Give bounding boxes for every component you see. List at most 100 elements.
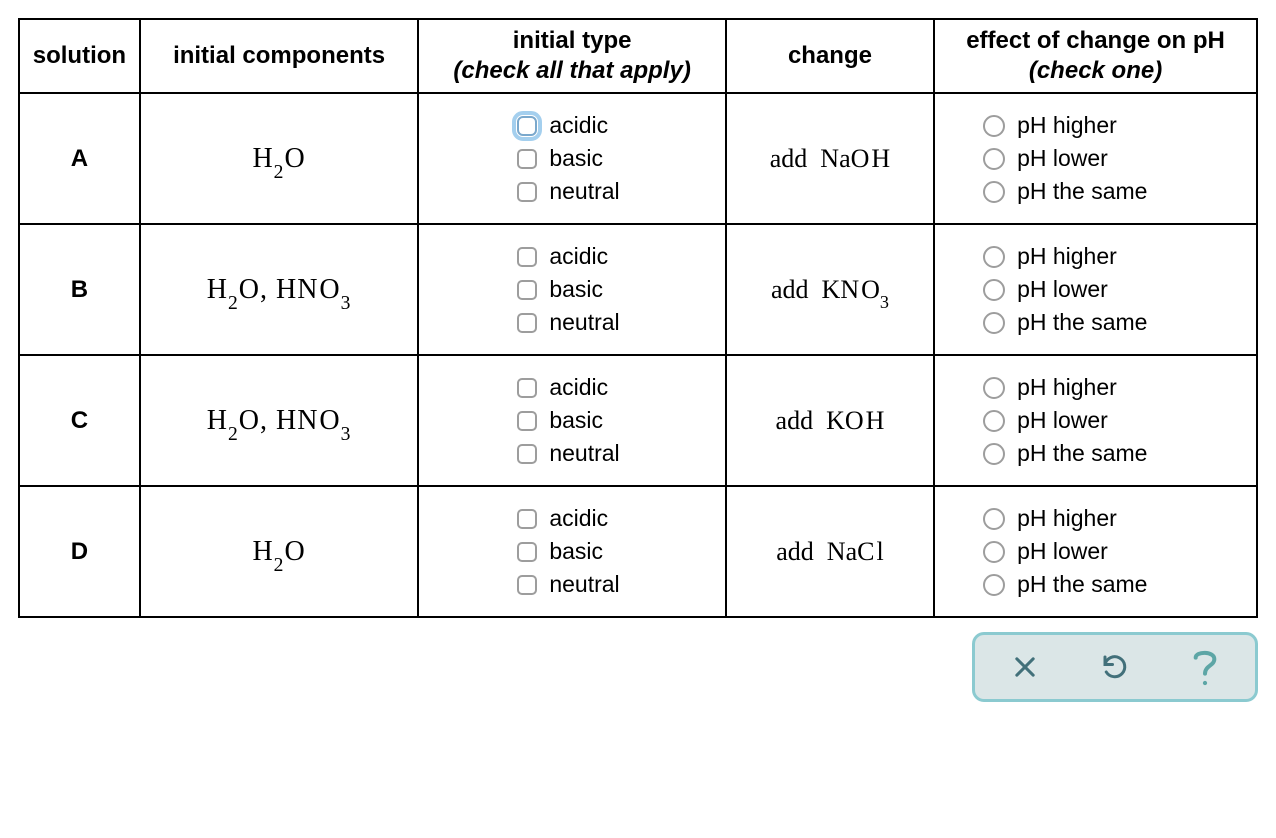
radio-pH-the-same[interactable]: [983, 312, 1005, 334]
checkbox-option: basic: [427, 278, 717, 301]
table-row: CH2O, HNO3acidicbasicneutraladd KOHpH hi…: [19, 355, 1257, 486]
radio-label: pH lower: [1017, 278, 1108, 301]
header-initial-type: initial type (check all that apply): [418, 19, 726, 93]
checkbox-neutral[interactable]: [517, 182, 537, 202]
radio-pH-the-same[interactable]: [983, 574, 1005, 596]
initial-type-cell: acidicbasicneutral: [418, 93, 726, 224]
checkbox-neutral[interactable]: [517, 575, 537, 595]
header-initial-type-main: initial type: [513, 27, 632, 54]
effect-cell: pH higher pH lower pH the same: [934, 224, 1257, 355]
change-cell: add KOH: [726, 355, 934, 486]
header-effect-sub: (check one): [945, 56, 1246, 86]
question-icon: [1191, 647, 1219, 687]
radio-pH-higher[interactable]: [983, 377, 1005, 399]
checkbox-label: neutral: [549, 573, 619, 596]
radio-pH-lower[interactable]: [983, 148, 1005, 170]
checkbox-label: neutral: [549, 311, 619, 334]
table-row: BH2O, HNO3acidicbasicneutraladd KNO3pH h…: [19, 224, 1257, 355]
radio-pH-the-same[interactable]: [983, 443, 1005, 465]
checkbox-acidic[interactable]: [517, 509, 537, 529]
checkbox-label: acidic: [549, 507, 608, 530]
checkbox-basic[interactable]: [517, 149, 537, 169]
radio-label: pH higher: [1017, 507, 1117, 530]
effect-cell: pH higher pH lower pH the same: [934, 93, 1257, 224]
radio-pH-lower[interactable]: [983, 541, 1005, 563]
radio-label: pH lower: [1017, 409, 1108, 432]
radio-option: pH lower: [943, 409, 1248, 432]
radio-label: pH higher: [1017, 376, 1117, 399]
solution-letter: C: [19, 355, 140, 486]
undo-icon: [1100, 652, 1130, 682]
change-cell: add NaCl: [726, 486, 934, 617]
radio-pH-higher[interactable]: [983, 115, 1005, 137]
checkbox-option: basic: [427, 540, 717, 563]
radio-option: pH lower: [943, 540, 1248, 563]
checkbox-basic[interactable]: [517, 280, 537, 300]
effect-cell: pH higher pH lower pH the same: [934, 486, 1257, 617]
radio-label: pH higher: [1017, 114, 1117, 137]
checkbox-neutral[interactable]: [517, 313, 537, 333]
checkbox-label: basic: [549, 409, 603, 432]
table-row: DH2Oacidicbasicneutraladd NaClpH higherp…: [19, 486, 1257, 617]
header-components: initial components: [140, 19, 419, 93]
radio-pH-higher[interactable]: [983, 246, 1005, 268]
radio-pH-lower[interactable]: [983, 279, 1005, 301]
checkbox-label: acidic: [549, 245, 608, 268]
radio-pH-the-same[interactable]: [983, 181, 1005, 203]
change-cell: add NaOH: [726, 93, 934, 224]
checkbox-label: basic: [549, 147, 603, 170]
initial-components: H2O, HNO3: [140, 224, 419, 355]
header-effect: effect of change on pH (check one): [934, 19, 1257, 93]
checkbox-option: acidic: [427, 376, 717, 399]
header-initial-type-sub: (check all that apply): [429, 56, 715, 86]
initial-components: H2O, HNO3: [140, 355, 419, 486]
checkbox-neutral[interactable]: [517, 444, 537, 464]
checkbox-option: basic: [427, 409, 717, 432]
radio-option: pH the same: [943, 573, 1248, 596]
radio-option: pH higher: [943, 114, 1248, 137]
radio-option: pH lower: [943, 147, 1248, 170]
effect-cell: pH higher pH lower pH the same: [934, 355, 1257, 486]
clear-button[interactable]: [1007, 649, 1043, 685]
reset-button[interactable]: [1097, 649, 1133, 685]
initial-components: H2O: [140, 93, 419, 224]
checkbox-option: neutral: [427, 573, 717, 596]
radio-label: pH the same: [1017, 573, 1147, 596]
toolbar: [18, 632, 1258, 702]
checkbox-acidic[interactable]: [517, 116, 537, 136]
radio-option: pH higher: [943, 376, 1248, 399]
header-solution: solution: [19, 19, 140, 93]
checkbox-acidic[interactable]: [517, 378, 537, 398]
checkbox-label: neutral: [549, 180, 619, 203]
radio-label: pH the same: [1017, 311, 1147, 334]
radio-pH-lower[interactable]: [983, 410, 1005, 432]
checkbox-basic[interactable]: [517, 542, 537, 562]
x-icon: [1011, 653, 1039, 681]
help-button[interactable]: [1187, 649, 1223, 685]
radio-label: pH higher: [1017, 245, 1117, 268]
toolbar-box: [972, 632, 1258, 702]
checkbox-option: acidic: [427, 507, 717, 530]
radio-label: pH the same: [1017, 180, 1147, 203]
header-effect-main: effect of change on pH: [966, 27, 1225, 54]
solution-letter: A: [19, 93, 140, 224]
checkbox-option: neutral: [427, 311, 717, 334]
radio-option: pH higher: [943, 507, 1248, 530]
radio-label: pH lower: [1017, 147, 1108, 170]
radio-option: pH higher: [943, 245, 1248, 268]
change-cell: add KNO3: [726, 224, 934, 355]
checkbox-option: acidic: [427, 245, 717, 268]
initial-type-cell: acidicbasicneutral: [418, 355, 726, 486]
radio-pH-higher[interactable]: [983, 508, 1005, 530]
radio-option: pH the same: [943, 311, 1248, 334]
initial-components: H2O: [140, 486, 419, 617]
radio-option: pH lower: [943, 278, 1248, 301]
checkbox-label: basic: [549, 540, 603, 563]
checkbox-acidic[interactable]: [517, 247, 537, 267]
radio-option: pH the same: [943, 442, 1248, 465]
checkbox-label: acidic: [549, 376, 608, 399]
table-row: AH2Oacidicbasicneutraladd NaOHpH higherp…: [19, 93, 1257, 224]
radio-label: pH lower: [1017, 540, 1108, 563]
solution-letter: B: [19, 224, 140, 355]
checkbox-basic[interactable]: [517, 411, 537, 431]
